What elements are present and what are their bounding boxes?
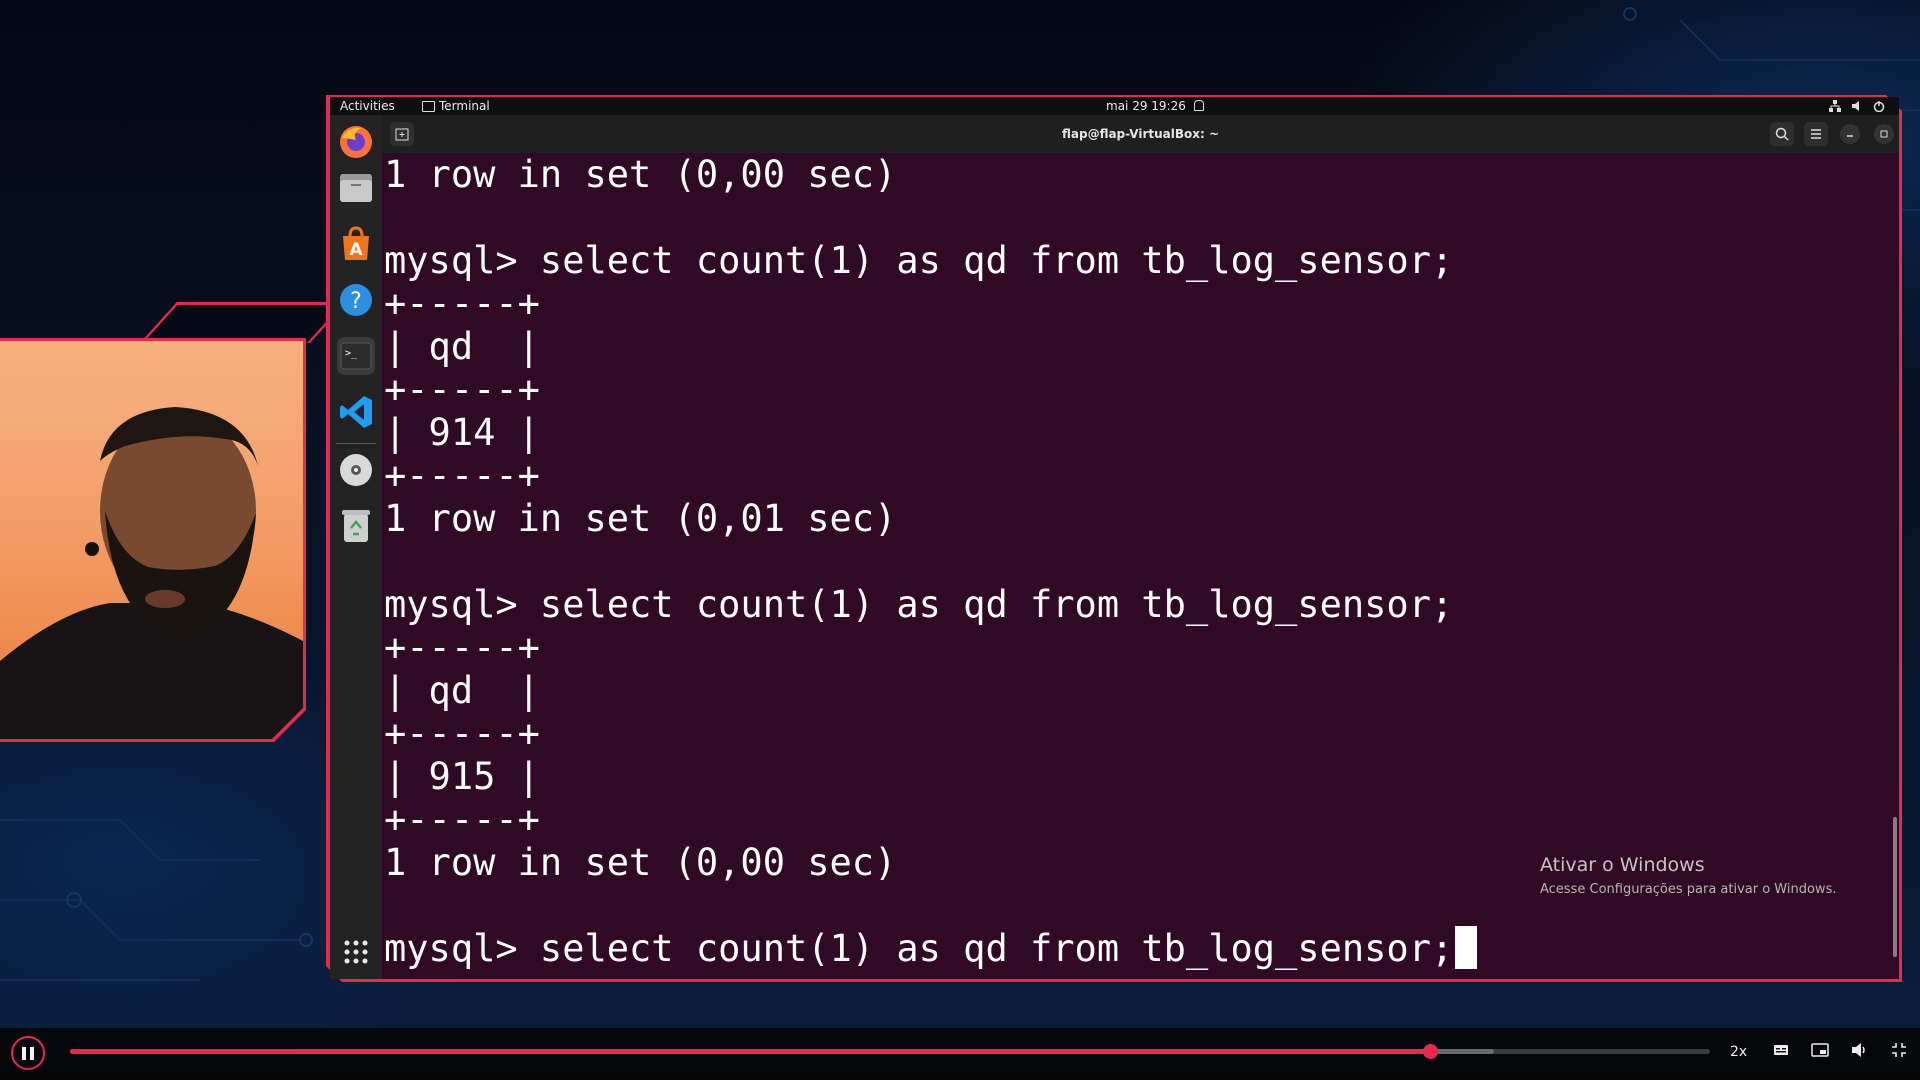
text-cursor xyxy=(1455,926,1478,969)
terminal-line: | 914 | xyxy=(384,411,540,454)
disc-icon[interactable] xyxy=(337,451,375,489)
apps-grid-icon[interactable] xyxy=(337,933,375,971)
webcam-frame xyxy=(0,338,306,742)
terminal-prompt-line[interactable]: mysql> select count(1) as qd from tb_log… xyxy=(384,926,1478,970)
dock-separator xyxy=(336,443,376,444)
vm-screen: Activities Terminal mai 29 19:26 A ? >_ … xyxy=(330,97,1899,979)
notification-bell-icon[interactable] xyxy=(1194,100,1204,111)
played-range xyxy=(70,1049,1430,1054)
network-icon xyxy=(1829,99,1841,112)
fullscreen-exit-button[interactable] xyxy=(1891,1042,1907,1062)
window-title: flap@flap-VirtualBox: ~ xyxy=(1061,127,1220,141)
trash-icon[interactable] xyxy=(337,507,375,545)
volume-icon xyxy=(1852,1043,1865,1057)
terminal-titlebar: flap@flap-VirtualBox: ~ xyxy=(382,115,1899,153)
terminal-line: +-----+ xyxy=(384,282,540,325)
terminal-line: 1 row in set (0,00 sec) xyxy=(384,841,897,884)
seek-bar[interactable] xyxy=(70,1044,1710,1059)
picture-in-picture-icon xyxy=(1811,1043,1829,1057)
maximize-icon xyxy=(1880,130,1888,138)
pause-button[interactable] xyxy=(11,1036,45,1070)
terminal-line: mysql> select count(1) as qd from tb_log… xyxy=(384,583,1454,626)
terminal-line: 1 row in set (0,00 sec) xyxy=(384,153,897,196)
search-button[interactable] xyxy=(1770,122,1794,146)
pause-icon xyxy=(22,1046,26,1060)
terminal-scrollbar[interactable] xyxy=(1893,817,1897,957)
windows-activation-watermark: Ativar o Windows Acesse Configurações pa… xyxy=(1540,854,1836,897)
fullscreen-exit-icon xyxy=(1892,1043,1906,1057)
playback-speed-button[interactable]: 2x xyxy=(1730,1042,1747,1062)
activities-button[interactable]: Activities xyxy=(340,97,395,115)
terminal-line: +-----+ xyxy=(384,626,540,669)
ubuntu-dock: A ? >_ xyxy=(330,115,382,979)
watermark-title: Ativar o Windows xyxy=(1540,854,1705,876)
hamburger-icon xyxy=(1811,129,1821,139)
vscode-icon[interactable] xyxy=(337,393,375,431)
svg-text:?: ? xyxy=(350,289,362,314)
terminal-small-icon xyxy=(422,100,435,112)
captions-icon xyxy=(1774,1045,1788,1055)
video-player-bar xyxy=(0,1028,1920,1080)
app-menu-terminal[interactable]: Terminal xyxy=(422,97,490,115)
terminal-line: | 915 | xyxy=(384,755,540,798)
system-tray[interactable] xyxy=(1829,99,1885,113)
terminal-line: | qd | xyxy=(384,325,540,368)
terminal-icon[interactable]: >_ xyxy=(337,337,375,375)
watermark-subtitle: Acesse Configurações para ativar o Windo… xyxy=(1540,882,1837,897)
webcam-video xyxy=(0,341,303,739)
clock[interactable]: mai 29 19:26 xyxy=(1106,97,1186,115)
terminal-line: | qd | xyxy=(384,669,540,712)
terminal-line: +-----+ xyxy=(384,712,540,755)
app-menu-label: Terminal xyxy=(439,99,490,113)
picture-in-picture-button[interactable] xyxy=(1811,1042,1829,1062)
terminal-line: +-----+ xyxy=(384,454,540,497)
software-center-icon[interactable]: A xyxy=(337,225,375,263)
seek-handle[interactable] xyxy=(1422,1044,1438,1059)
help-icon[interactable]: ? xyxy=(337,281,375,319)
terminal-line: mysql> select count(1) as qd from tb_log… xyxy=(384,239,1454,282)
terminal-current-command: mysql> select count(1) as qd from tb_log… xyxy=(384,927,1454,970)
firefox-icon[interactable] xyxy=(337,123,375,161)
volume-button[interactable] xyxy=(1851,1042,1869,1062)
search-icon xyxy=(1775,127,1789,141)
gnome-top-bar: Activities Terminal mai 29 19:26 xyxy=(330,97,1899,115)
files-icon[interactable] xyxy=(337,169,375,207)
presenter-silhouette xyxy=(0,407,303,739)
volume-icon xyxy=(1851,99,1863,111)
minimize-icon xyxy=(1847,135,1853,137)
terminal-line: +-----+ xyxy=(384,368,540,411)
minimize-button[interactable] xyxy=(1840,124,1860,144)
captions-button[interactable] xyxy=(1773,1042,1789,1062)
power-icon xyxy=(1873,99,1885,113)
svg-text:>_: >_ xyxy=(345,348,358,359)
terminal-line: 1 row in set (0,01 sec) xyxy=(384,497,897,540)
menu-button[interactable] xyxy=(1804,122,1828,146)
terminal-line: +-----+ xyxy=(384,798,540,841)
maximize-button[interactable] xyxy=(1874,124,1894,144)
svg-text:A: A xyxy=(349,240,363,260)
pause-icon-bar xyxy=(30,1046,34,1060)
